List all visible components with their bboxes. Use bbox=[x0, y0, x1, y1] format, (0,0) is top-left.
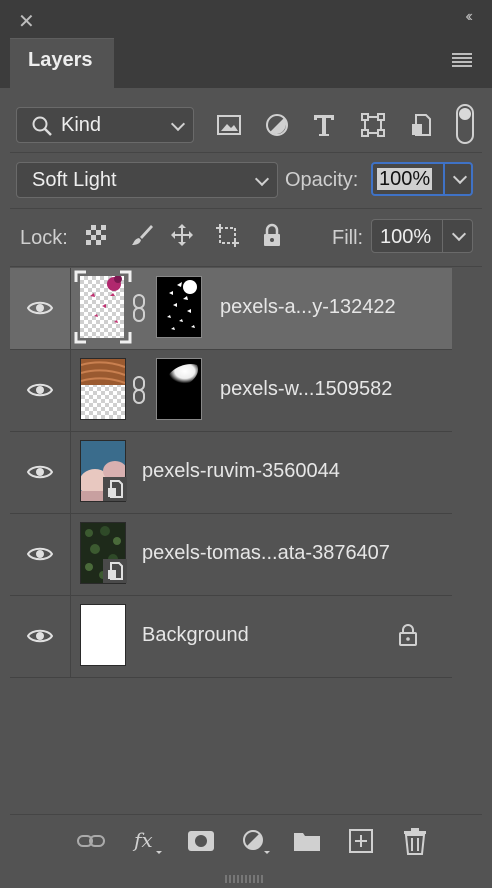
visibility-column-divider bbox=[70, 350, 71, 432]
fill-value[interactable]: 100% bbox=[380, 226, 431, 249]
blend-mode-dropdown[interactable]: Soft Light bbox=[16, 162, 278, 198]
layer-name[interactable]: pexels-tomas...ata-3876407 bbox=[142, 542, 390, 565]
smart-object-badge-icon bbox=[103, 477, 127, 501]
eye-visibility-icon[interactable] bbox=[27, 380, 53, 400]
panel-menu-icon[interactable] bbox=[452, 53, 472, 67]
layer-thumbnail[interactable] bbox=[80, 604, 126, 666]
layer-row[interactable]: pexels-ruvim-3560044 bbox=[10, 432, 452, 514]
link-layers-icon[interactable] bbox=[76, 827, 106, 855]
fx-layer-style-icon[interactable]: fx bbox=[132, 827, 162, 855]
visibility-column-divider bbox=[70, 596, 71, 678]
layer-name[interactable]: pexels-ruvim-3560044 bbox=[142, 460, 340, 483]
chevron-down-icon bbox=[254, 171, 270, 187]
layer-thumbnail[interactable] bbox=[79, 440, 127, 502]
selected-thumbnail-bracket bbox=[74, 270, 132, 344]
eye-visibility-icon[interactable] bbox=[27, 626, 53, 646]
lock-position-move-icon[interactable] bbox=[170, 223, 194, 247]
lock-image-pixels-brush-icon[interactable] bbox=[130, 223, 154, 247]
layer-mask-thumbnail[interactable] bbox=[156, 358, 202, 420]
layer-name[interactable]: pexels-a...y-132422 bbox=[220, 296, 396, 319]
visibility-column-divider bbox=[70, 432, 71, 514]
divider bbox=[442, 220, 443, 252]
fill-label: Fill: bbox=[332, 227, 364, 249]
new-group-folder-icon[interactable] bbox=[292, 827, 322, 855]
link-mask-chain-icon[interactable] bbox=[131, 293, 147, 323]
opacity-label: Opacity: bbox=[285, 169, 359, 191]
mask-image bbox=[167, 280, 197, 330]
layer-row[interactable]: pexels-tomas...ata-3876407 bbox=[10, 514, 452, 596]
filter-toggle-switch[interactable] bbox=[456, 104, 474, 144]
lock-transparent-pixels-icon[interactable] bbox=[84, 223, 108, 247]
tab-strip: Layers bbox=[0, 38, 492, 89]
sand-thumbnail-image bbox=[80, 359, 126, 385]
divider bbox=[443, 164, 445, 194]
visibility-column-divider bbox=[70, 268, 71, 350]
link-mask-chain-icon[interactable] bbox=[131, 375, 147, 405]
bottom-toolbar: fx bbox=[10, 814, 482, 867]
blend-mode-value: Soft Light bbox=[32, 169, 117, 191]
lock-artboard-icon[interactable] bbox=[215, 223, 239, 247]
layer-mask-thumbnail[interactable] bbox=[156, 276, 202, 338]
chevron-down-icon bbox=[170, 116, 186, 132]
filter-kind-label: Kind bbox=[61, 114, 102, 136]
filter-pixel-layers-icon[interactable] bbox=[216, 112, 242, 138]
divider bbox=[10, 152, 482, 153]
panel-header-bar: ✕ ‹‹ bbox=[0, 0, 492, 38]
filter-smart-objects-icon[interactable] bbox=[408, 112, 434, 138]
filter-shape-layers-icon[interactable] bbox=[360, 112, 386, 138]
resize-grip[interactable] bbox=[225, 870, 265, 883]
layer-thumbnail[interactable] bbox=[80, 358, 126, 420]
smart-object-badge-icon bbox=[103, 559, 127, 583]
filter-adjustment-layers-icon[interactable] bbox=[264, 112, 290, 138]
eye-visibility-icon[interactable] bbox=[27, 298, 53, 318]
layer-row[interactable]: Background bbox=[10, 596, 452, 678]
layer-name[interactable]: pexels-w...1509582 bbox=[220, 378, 392, 401]
chevron-down-icon[interactable] bbox=[451, 226, 467, 242]
panel-edge bbox=[0, 88, 10, 888]
opacity-value[interactable]: 100% bbox=[377, 168, 433, 190]
visibility-column-divider bbox=[70, 514, 71, 596]
tab-label: Layers bbox=[28, 49, 93, 71]
close-icon[interactable]: ✕ bbox=[18, 9, 35, 34]
add-mask-icon[interactable] bbox=[186, 827, 216, 855]
filter-type-layers-icon[interactable] bbox=[311, 112, 337, 138]
opacity-input[interactable]: 100% bbox=[371, 162, 473, 196]
layer-thumbnail[interactable] bbox=[80, 522, 127, 584]
new-layer-icon[interactable] bbox=[346, 827, 376, 855]
collapse-panel-icon[interactable]: ‹‹ bbox=[465, 8, 472, 26]
tab-layers[interactable]: Layers bbox=[10, 38, 114, 89]
eye-visibility-icon[interactable] bbox=[27, 544, 53, 564]
svg-text:fx: fx bbox=[132, 828, 153, 852]
lock-icon[interactable] bbox=[398, 623, 418, 647]
filter-kind-dropdown[interactable]: Kind bbox=[16, 107, 194, 143]
fill-input[interactable]: 100% bbox=[371, 219, 473, 253]
divider bbox=[10, 266, 482, 267]
new-adjustment-layer-icon[interactable] bbox=[240, 827, 270, 855]
layer-row[interactable]: pexels-a...y-132422 bbox=[10, 268, 452, 350]
divider bbox=[10, 208, 482, 209]
lock-all-icon[interactable] bbox=[260, 223, 284, 247]
mask-image bbox=[165, 363, 199, 389]
layer-name[interactable]: Background bbox=[142, 624, 249, 647]
layer-row[interactable]: pexels-w...1509582 bbox=[10, 350, 452, 432]
lock-label: Lock: bbox=[20, 227, 68, 249]
delete-trash-icon[interactable] bbox=[400, 827, 430, 855]
chevron-down-icon[interactable] bbox=[452, 169, 468, 185]
search-icon bbox=[32, 116, 52, 136]
eye-visibility-icon[interactable] bbox=[27, 462, 53, 482]
